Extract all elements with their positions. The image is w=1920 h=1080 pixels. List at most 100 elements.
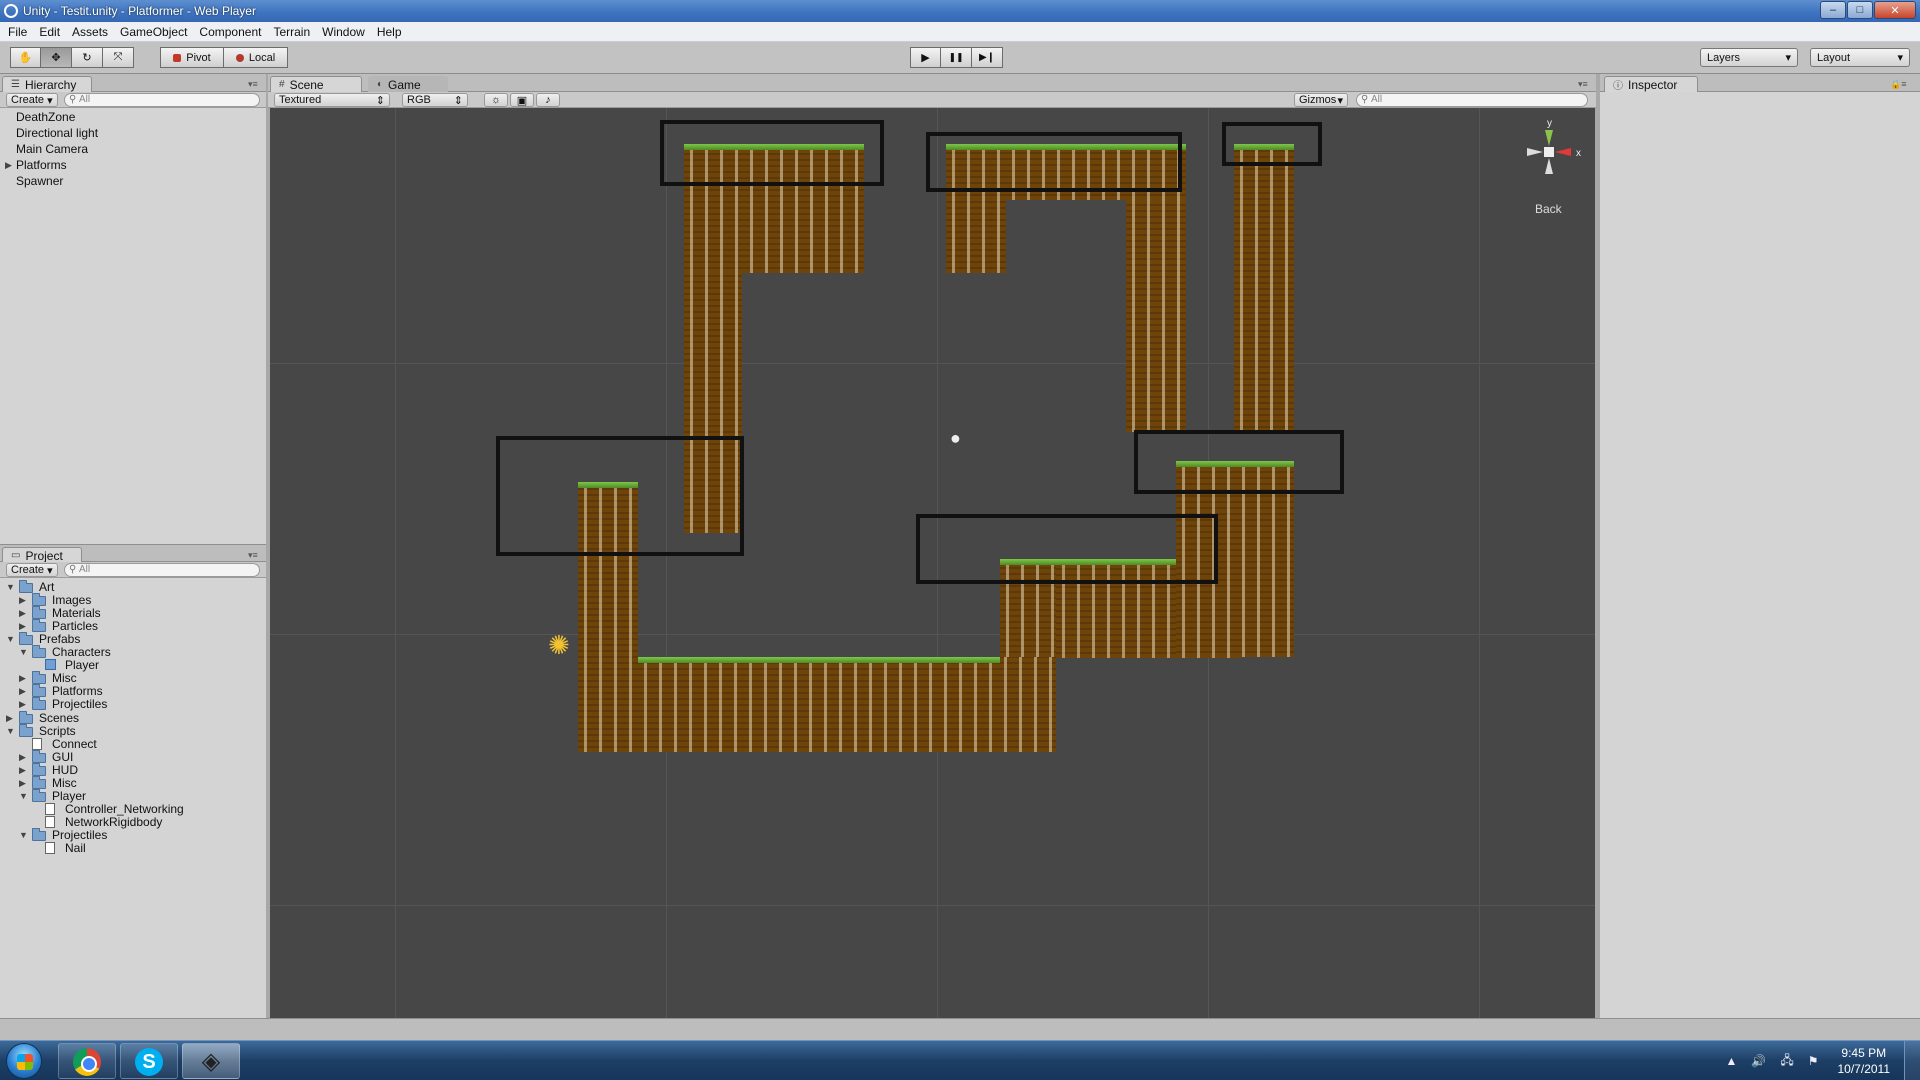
hierarchy-item-spawner[interactable]: Spawner [16, 174, 63, 188]
network-icon[interactable]: 🖧 [1780, 1051, 1793, 1072]
platform-dirt[interactable] [1126, 200, 1186, 432]
hierarchy-item-deathzone[interactable]: DeathZone [16, 110, 75, 124]
project-item[interactable]: Misc [52, 776, 77, 790]
clock[interactable]: 9:45 PM 10/7/2011 [1838, 1045, 1891, 1077]
tab-scene[interactable]: # Scene [270, 76, 362, 92]
expand-arrow-icon[interactable]: ▶ [5, 160, 12, 171]
volume-icon[interactable]: 🔊 [1751, 1054, 1766, 1068]
menu-terrain[interactable]: Terrain [267, 25, 316, 39]
project-item[interactable]: Characters [52, 645, 111, 659]
project-create-button[interactable]: Create ▾ [6, 563, 58, 577]
collapse-arrow-icon[interactable]: ▼ [19, 647, 28, 657]
tab-inspector[interactable]: ⓘ Inspector [1604, 76, 1698, 92]
color-mode-dropdown[interactable]: RGB ⇕ [402, 93, 468, 107]
project-item[interactable]: NetworkRigidbody [65, 815, 162, 829]
image-toggle[interactable]: ▣ [510, 93, 534, 107]
menu-window[interactable]: Window [316, 25, 371, 39]
maximize-button[interactable]: □ [1847, 1, 1873, 19]
expand-arrow-icon[interactable]: ▶ [19, 595, 26, 606]
tab-project[interactable]: ▭ Project [2, 547, 82, 563]
hierarchy-search-input[interactable]: ⚲ All [64, 93, 260, 107]
lock-icon[interactable]: 🔒≡ [1890, 79, 1906, 90]
project-item[interactable]: Scripts [39, 724, 76, 738]
directional-light-icon[interactable]: ✺ [548, 632, 570, 658]
collider-selection-box[interactable] [496, 436, 744, 556]
collider-selection-box[interactable] [916, 514, 1218, 584]
panel-menu-icon[interactable]: ▾≡ [248, 550, 258, 561]
step-button[interactable]: ▶❙ [972, 47, 1003, 68]
platform-dirt[interactable] [946, 200, 1006, 273]
x-axis-cone[interactable] [1555, 148, 1571, 156]
project-item[interactable]: HUD [52, 763, 78, 777]
show-hidden-icons-icon[interactable]: ▲ [1726, 1054, 1738, 1068]
neg-x-axis-cone[interactable] [1527, 148, 1543, 156]
project-item[interactable]: Projectiles [52, 697, 107, 711]
project-item[interactable]: Platforms [52, 684, 103, 698]
hand-tool-button[interactable]: ✋ [10, 47, 41, 68]
y-axis-cone[interactable] [1545, 130, 1553, 146]
menu-gameobject[interactable]: GameObject [114, 25, 193, 39]
expand-arrow-icon[interactable]: ▶ [19, 778, 26, 789]
taskbar-skype[interactable]: S [120, 1043, 178, 1079]
expand-arrow-icon[interactable]: ▶ [19, 686, 26, 697]
tab-hierarchy[interactable]: ☰ Hierarchy [2, 76, 92, 92]
rotate-tool-button[interactable]: ↻ [72, 47, 103, 68]
project-item[interactable]: Player [65, 658, 99, 672]
collider-selection-box[interactable] [660, 120, 884, 186]
taskbar-unity[interactable]: ◈ [182, 1043, 240, 1079]
project-item[interactable]: Nail [65, 841, 86, 855]
menu-file[interactable]: File [2, 25, 33, 39]
layout-dropdown[interactable]: Layout ▾ [1810, 48, 1910, 67]
project-item[interactable]: Art [39, 580, 54, 594]
expand-arrow-icon[interactable]: ▶ [6, 713, 13, 724]
collapse-arrow-icon[interactable]: ▼ [19, 791, 28, 801]
collider-selection-box[interactable] [1222, 122, 1322, 166]
collider-selection-box[interactable] [1134, 430, 1344, 494]
taskbar-chrome[interactable] [58, 1043, 116, 1079]
start-button[interactable] [6, 1043, 42, 1079]
close-button[interactable]: ✕ [1874, 1, 1916, 19]
scene-search-input[interactable]: ⚲ All [1356, 93, 1588, 107]
orientation-gizmo[interactable]: y x [1516, 116, 1595, 206]
expand-arrow-icon[interactable]: ▶ [19, 673, 26, 684]
menu-component[interactable]: Component [193, 25, 267, 39]
project-item[interactable]: Connect [52, 737, 97, 751]
gizmo-center-cube[interactable] [1544, 147, 1554, 157]
project-item[interactable]: Materials [52, 606, 101, 620]
collapse-arrow-icon[interactable]: ▼ [6, 726, 15, 736]
hierarchy-create-button[interactable]: Create ▾ [6, 93, 58, 107]
project-item[interactable]: Misc [52, 671, 77, 685]
collapse-arrow-icon[interactable]: ▼ [6, 634, 15, 644]
gizmos-dropdown[interactable]: Gizmos ▾ [1294, 93, 1348, 107]
expand-arrow-icon[interactable]: ▶ [19, 699, 26, 710]
move-tool-button[interactable]: ✥ [41, 47, 72, 68]
panel-menu-icon[interactable]: ▾≡ [248, 79, 258, 90]
scene-view[interactable]: ✺ ● y x Back [270, 108, 1595, 1018]
hierarchy-item-main-camera[interactable]: Main Camera [16, 142, 88, 156]
scale-tool-button[interactable]: ⤧ [103, 47, 134, 68]
show-desktop-button[interactable] [1904, 1041, 1920, 1080]
project-item[interactable]: Scenes [39, 711, 79, 725]
project-item[interactable]: Projectiles [52, 828, 107, 842]
pause-button[interactable]: ❚❚ [941, 47, 972, 68]
panel-menu-icon[interactable]: ▾≡ [1578, 79, 1588, 90]
tab-game[interactable]: ◐ Game [368, 76, 448, 92]
pivot-toggle[interactable]: Pivot [160, 47, 224, 68]
project-search-input[interactable]: ⚲ All [64, 563, 260, 577]
collapse-arrow-icon[interactable]: ▼ [6, 582, 15, 592]
neg-y-axis-cone[interactable] [1545, 158, 1553, 174]
expand-arrow-icon[interactable]: ▶ [19, 608, 26, 619]
project-item[interactable]: Images [52, 593, 91, 607]
hierarchy-item-platforms[interactable]: Platforms [16, 158, 67, 172]
audio-toggle[interactable]: ♪ [536, 93, 560, 107]
menu-edit[interactable]: Edit [33, 25, 66, 39]
expand-arrow-icon[interactable]: ▶ [19, 752, 26, 763]
project-item[interactable]: Particles [52, 619, 98, 633]
lighting-toggle[interactable]: ☼ [484, 93, 508, 107]
collapse-arrow-icon[interactable]: ▼ [19, 830, 28, 840]
platform-dirt[interactable] [1234, 144, 1294, 432]
collider-selection-box[interactable] [926, 132, 1182, 192]
action-center-flag-icon[interactable]: ⚑ [1808, 1054, 1819, 1068]
play-button[interactable]: ▶ [910, 47, 941, 68]
menu-help[interactable]: Help [371, 25, 408, 39]
